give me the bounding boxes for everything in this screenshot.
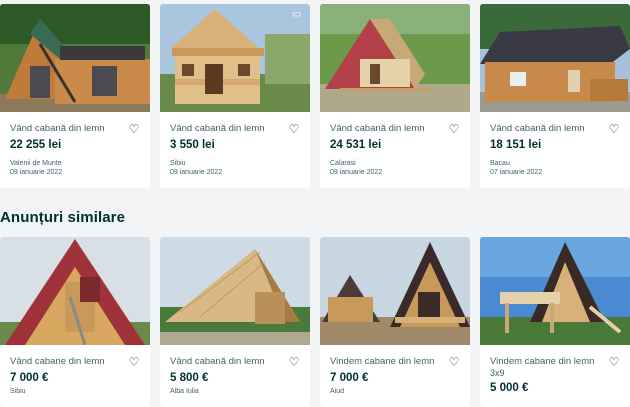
listing-photo[interactable] — [0, 237, 150, 345]
heart-outline-icon[interactable]: ♡ — [608, 123, 620, 135]
listing-date: 07 ianuarie 2022 — [490, 169, 543, 176]
listing-price: 5 800 € — [170, 372, 209, 384]
listing-card[interactable]: Vând cabană din lemn ♡ 5 800 € Alba Iuli… — [160, 237, 310, 407]
truck-icon: ▭ — [292, 9, 302, 20]
listing-card[interactable]: Vând cabană din lemn ♡ 18 151 lei Bacau … — [480, 4, 630, 188]
heart-outline-icon[interactable]: ♡ — [608, 356, 620, 368]
listing-photo[interactable] — [320, 4, 470, 112]
listing-title[interactable]: Vând cabană din lemn — [490, 123, 600, 134]
listing-location: Bacau — [490, 160, 510, 167]
listing-photo[interactable] — [480, 4, 630, 112]
listing-photo[interactable] — [160, 237, 310, 345]
listing-card[interactable]: Vindem cabane din lemn ♡ 3x9 5 000 € — [480, 237, 630, 407]
heart-outline-icon[interactable]: ♡ — [288, 356, 300, 368]
listing-price: 7 000 € — [10, 372, 49, 384]
listing-location: Calarasi — [330, 160, 356, 167]
listing-title[interactable]: Vindem cabane din lemn — [490, 356, 600, 367]
listing-photo[interactable] — [480, 237, 630, 345]
listing-title[interactable]: Vând cabană din lemn — [170, 123, 280, 134]
listing-grid-top: Vând cabană din lemn ♡ 22 255 lei Valeni… — [0, 0, 630, 200]
listing-location: Sibiu — [10, 388, 26, 395]
listing-location: Sibiu — [170, 160, 186, 167]
listing-photo[interactable] — [0, 4, 150, 112]
listing-date: 09 ianuarie 2022 — [330, 169, 383, 176]
listing-date: 09 ianuarie 2022 — [10, 169, 63, 176]
listing-subtitle: 3x9 — [490, 368, 505, 378]
listing-price: 5 000 € — [490, 382, 529, 394]
listing-photo[interactable] — [320, 237, 470, 345]
listing-title[interactable]: Vând cabană din lemn — [170, 356, 280, 367]
listing-location: Aiud — [330, 388, 345, 395]
listing-card[interactable]: Vindem cabane din lemn ♡ 7 000 € Aiud — [320, 237, 470, 407]
listing-price: 18 151 lei — [490, 139, 542, 151]
listing-grid-similar: Vând cabane din lemn ♡ 7 000 € Sibiu Vân… — [0, 237, 630, 407]
listing-card[interactable]: Vând cabană din lemn ♡ 22 255 lei Valeni… — [0, 4, 150, 188]
heart-outline-icon[interactable]: ♡ — [128, 356, 140, 368]
listing-card[interactable]: Vând cabane din lemn ♡ 7 000 € Sibiu — [0, 237, 150, 407]
listing-card[interactable]: ▭ Vând cabană din lemn ♡ 3 550 lei Sibiu… — [160, 4, 310, 188]
listing-location: Valenii de Munte — [10, 160, 62, 167]
listing-title[interactable]: Vând cabană din lemn — [10, 123, 120, 134]
heart-outline-icon[interactable]: ♡ — [448, 123, 460, 135]
listing-location: Alba Iulia — [170, 388, 199, 395]
listing-title[interactable]: Vând cabană din lemn — [330, 123, 440, 134]
listing-price: 7 000 € — [330, 372, 369, 384]
section-title: Anunțuri similare — [0, 209, 126, 226]
listing-photo[interactable]: ▭ — [160, 4, 310, 112]
heart-outline-icon[interactable]: ♡ — [128, 123, 140, 135]
listing-date: 09 ianuarie 2022 — [170, 169, 223, 176]
heart-outline-icon[interactable]: ♡ — [288, 123, 300, 135]
listing-title[interactable]: Vând cabane din lemn — [10, 356, 120, 367]
listing-price: 22 255 lei — [10, 139, 62, 151]
listing-price: 3 550 lei — [170, 139, 215, 151]
heart-outline-icon[interactable]: ♡ — [448, 356, 460, 368]
listing-card[interactable]: Vând cabană din lemn ♡ 24 531 lei Calara… — [320, 4, 470, 188]
listing-title[interactable]: Vindem cabane din lemn — [330, 356, 440, 367]
listing-price: 24 531 lei — [330, 139, 382, 151]
